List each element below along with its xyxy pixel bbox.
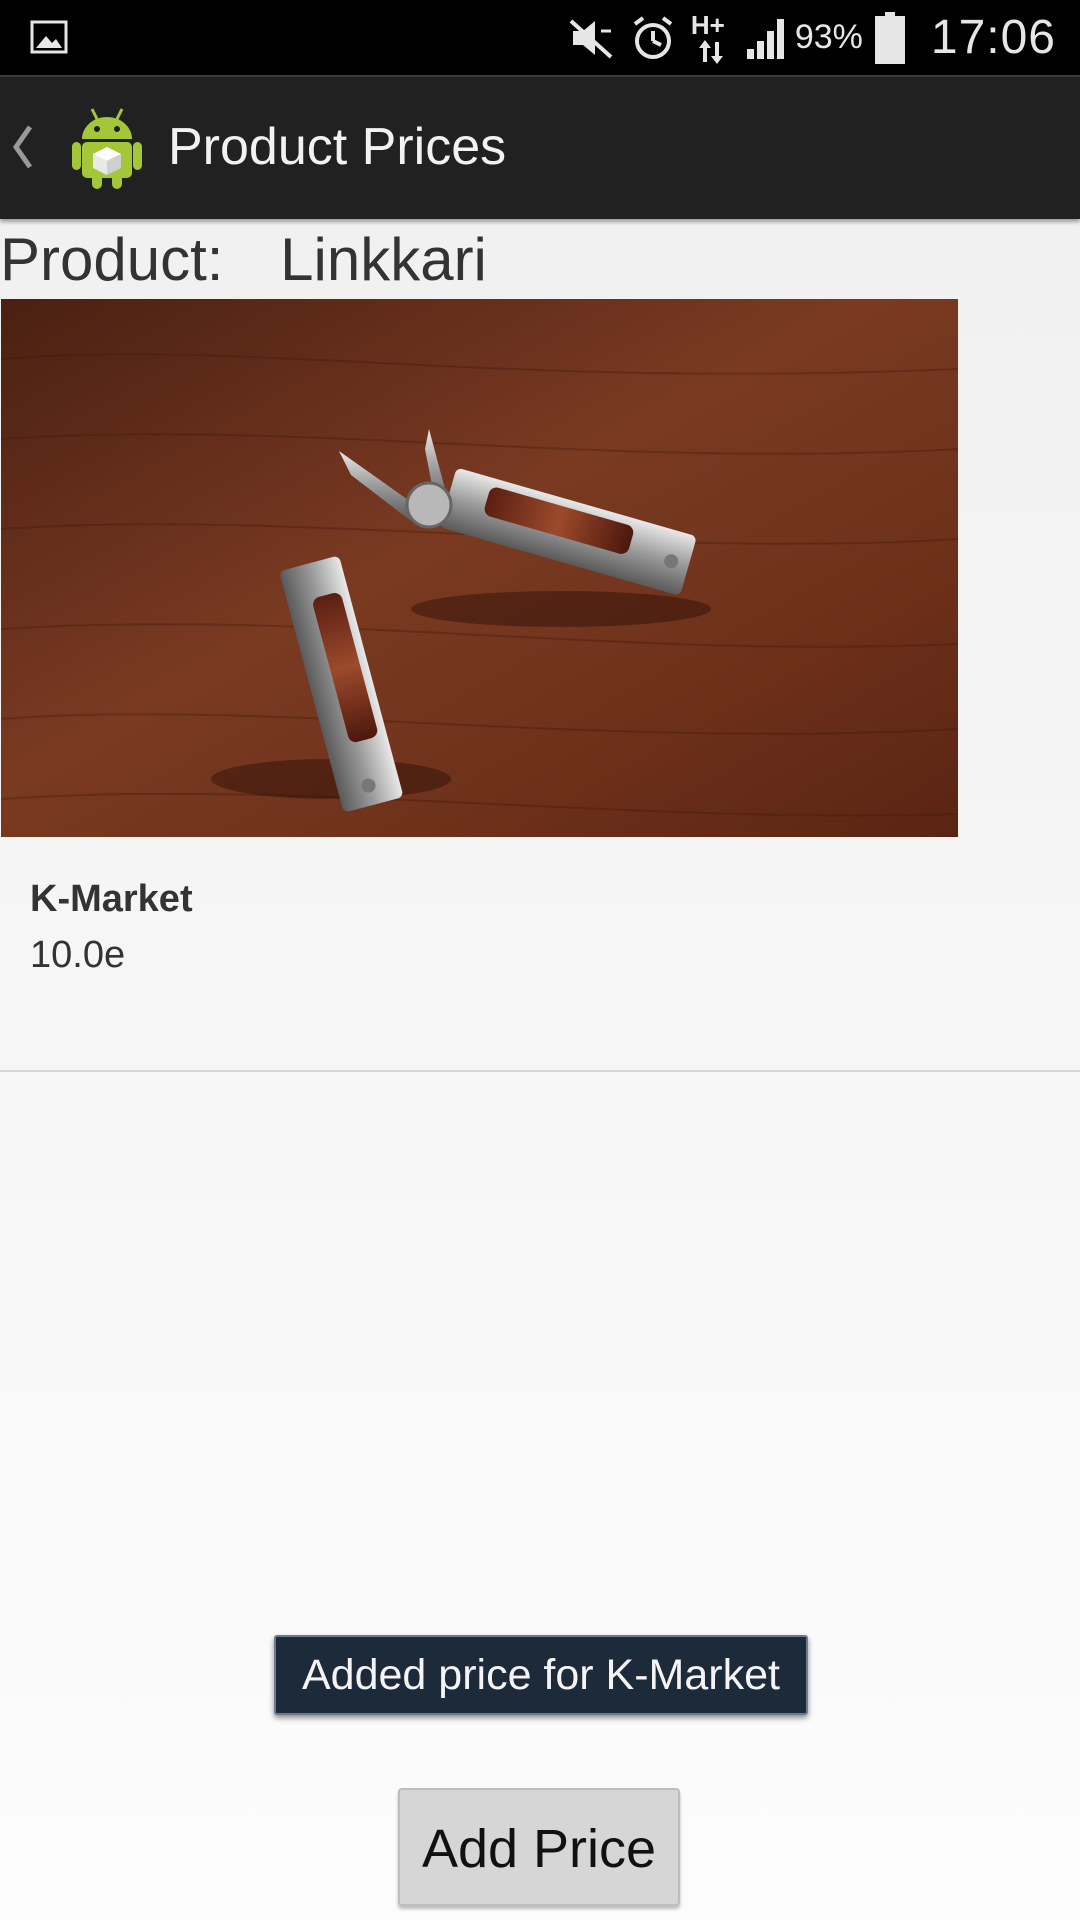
toast-message: Added price for K-Market — [274, 1635, 808, 1715]
status-clock: 17:06 — [930, 11, 1056, 64]
chevron-left-icon[interactable] — [10, 121, 36, 173]
list-item[interactable]: K-Market 10.0e — [0, 838, 1080, 1072]
network-label: H+ — [690, 9, 725, 40]
product-photo — [1, 299, 958, 837]
add-price-button[interactable]: Add Price — [398, 1788, 680, 1906]
mute-icon — [569, 19, 613, 58]
battery-icon — [874, 11, 905, 64]
battery-percent: 93% — [794, 18, 863, 56]
price-value: 10.0e — [30, 934, 126, 976]
product-header: Product: Linkkari — [0, 225, 487, 295]
android-icon[interactable] — [68, 105, 146, 191]
store-name: K-Market — [30, 878, 193, 920]
product-label: Product: — [0, 226, 224, 293]
product-name: Linkkari — [280, 226, 487, 293]
alarm-icon — [633, 15, 673, 59]
multitool-photo — [1, 299, 958, 837]
signal-icon — [746, 18, 784, 59]
status-bar: H+ 93% 17:06 — [0, 0, 1080, 75]
network-hplus-icon: H+ — [691, 10, 731, 66]
status-icons: H+ 93% 17:06 — [567, 0, 1080, 75]
gallery-icon — [30, 20, 68, 54]
action-bar: Product Prices — [0, 75, 1080, 219]
app-title: Product Prices — [168, 118, 507, 176]
